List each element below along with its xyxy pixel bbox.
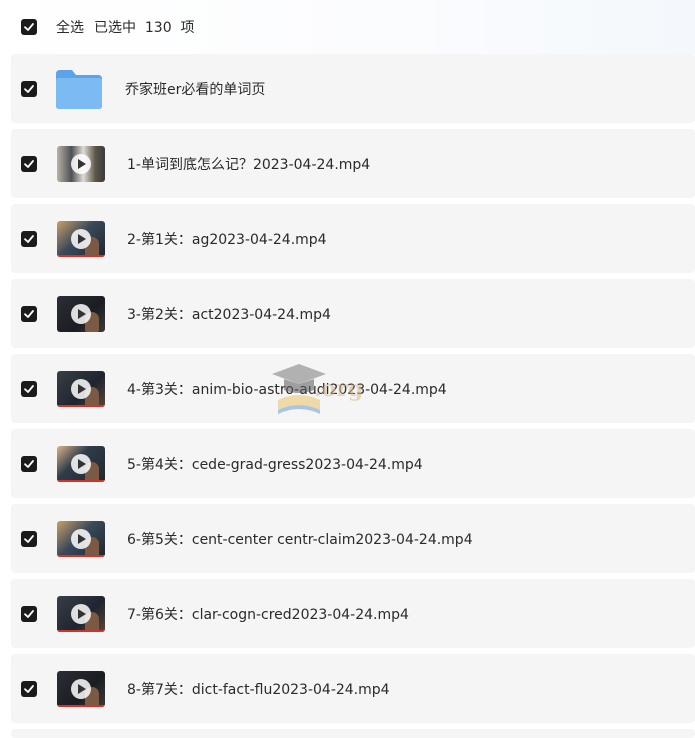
row-checkbox[interactable] xyxy=(21,605,37,622)
video-thumbnail xyxy=(57,220,105,257)
row-checkbox[interactable] xyxy=(21,680,37,697)
video-thumbnail xyxy=(57,295,105,332)
play-icon xyxy=(71,303,91,324)
play-icon xyxy=(71,153,91,174)
select-all-checkbox[interactable] xyxy=(21,19,37,35)
folder-icon xyxy=(55,68,103,110)
file-name: 6-第5关：cent-center centr-claim2023-04-24.… xyxy=(127,531,473,548)
file-name: 2-第1关：ag2023-04-24.mp4 xyxy=(127,231,327,248)
list-item-video[interactable]: 6-第5关：cent-center centr-claim2023-04-24.… xyxy=(11,504,695,573)
checkmark-icon xyxy=(24,384,34,393)
checkmark-icon xyxy=(24,309,34,318)
row-checkbox[interactable] xyxy=(21,80,37,97)
video-thumbnail xyxy=(57,445,105,482)
video-thumbnail xyxy=(57,145,105,182)
play-icon xyxy=(71,528,91,549)
select-all-bar: 全选 已选中 130 项 xyxy=(0,0,695,54)
file-name: 8-第7关：dict-fact-flu2023-04-24.mp4 xyxy=(127,681,390,698)
list-item-video[interactable]: 2-第1关：ag2023-04-24.mp4 xyxy=(11,204,695,273)
checkmark-icon xyxy=(24,609,34,618)
list-item-video[interactable]: 7-第6关：clar-cogn-cred2023-04-24.mp4 xyxy=(11,579,695,648)
file-name: 3-第2关：act2023-04-24.mp4 xyxy=(127,306,331,323)
selected-count: 已选中 130 项 xyxy=(94,20,195,36)
checkmark-icon xyxy=(24,534,34,543)
file-name: 5-第4关：cede-grad-gress2023-04-24.mp4 xyxy=(127,456,423,473)
file-name: 乔家班er必看的单词页 xyxy=(125,81,266,98)
file-selection-page: 全选 已选中 130 项 乔家班er必看的单词页 1-单词到底怎么记？2023-… xyxy=(0,0,695,738)
list-item-folder[interactable]: 乔家班er必看的单词页 xyxy=(11,54,695,123)
list-item-video[interactable]: 5-第4关：cede-grad-gress2023-04-24.mp4 xyxy=(11,429,695,498)
checkmark-icon xyxy=(24,459,34,468)
row-checkbox[interactable] xyxy=(21,530,37,547)
checkmark-icon xyxy=(24,84,34,93)
play-icon xyxy=(71,378,91,399)
select-all-label[interactable]: 全选 xyxy=(56,17,84,37)
checkmark-icon xyxy=(24,234,34,243)
video-thumbnail xyxy=(57,595,105,632)
row-checkbox[interactable] xyxy=(21,305,37,322)
checkmark-icon xyxy=(24,23,34,31)
list-item-video[interactable]: 1-单词到底怎么记？2023-04-24.mp4 xyxy=(11,129,695,198)
checkmark-icon xyxy=(24,159,34,168)
checkmark-icon xyxy=(24,684,34,693)
row-checkbox[interactable] xyxy=(21,230,37,247)
play-icon xyxy=(71,603,91,624)
video-thumbnail xyxy=(57,370,105,407)
file-name: 7-第6关：clar-cogn-cred2023-04-24.mp4 xyxy=(127,606,409,623)
row-checkbox[interactable] xyxy=(21,455,37,472)
play-icon xyxy=(71,228,91,249)
file-name: 4-第3关：anim-bio-astro-audi2023-04-24.mp4 xyxy=(127,381,447,398)
row-checkbox[interactable] xyxy=(21,380,37,397)
video-thumbnail xyxy=(57,670,105,707)
video-thumbnail xyxy=(57,520,105,557)
list-item-video[interactable]: 4-第3关：anim-bio-astro-audi2023-04-24.mp4 xyxy=(11,354,695,423)
play-icon xyxy=(71,678,91,699)
list-item-video[interactable]: 8-第7关：dict-fact-flu2023-04-24.mp4 xyxy=(11,654,695,723)
list-item-partial xyxy=(11,729,695,738)
play-icon xyxy=(71,453,91,474)
list-item-video[interactable]: 3-第2关：act2023-04-24.mp4 xyxy=(11,279,695,348)
row-checkbox[interactable] xyxy=(21,155,37,172)
file-name: 1-单词到底怎么记？2023-04-24.mp4 xyxy=(127,156,371,173)
